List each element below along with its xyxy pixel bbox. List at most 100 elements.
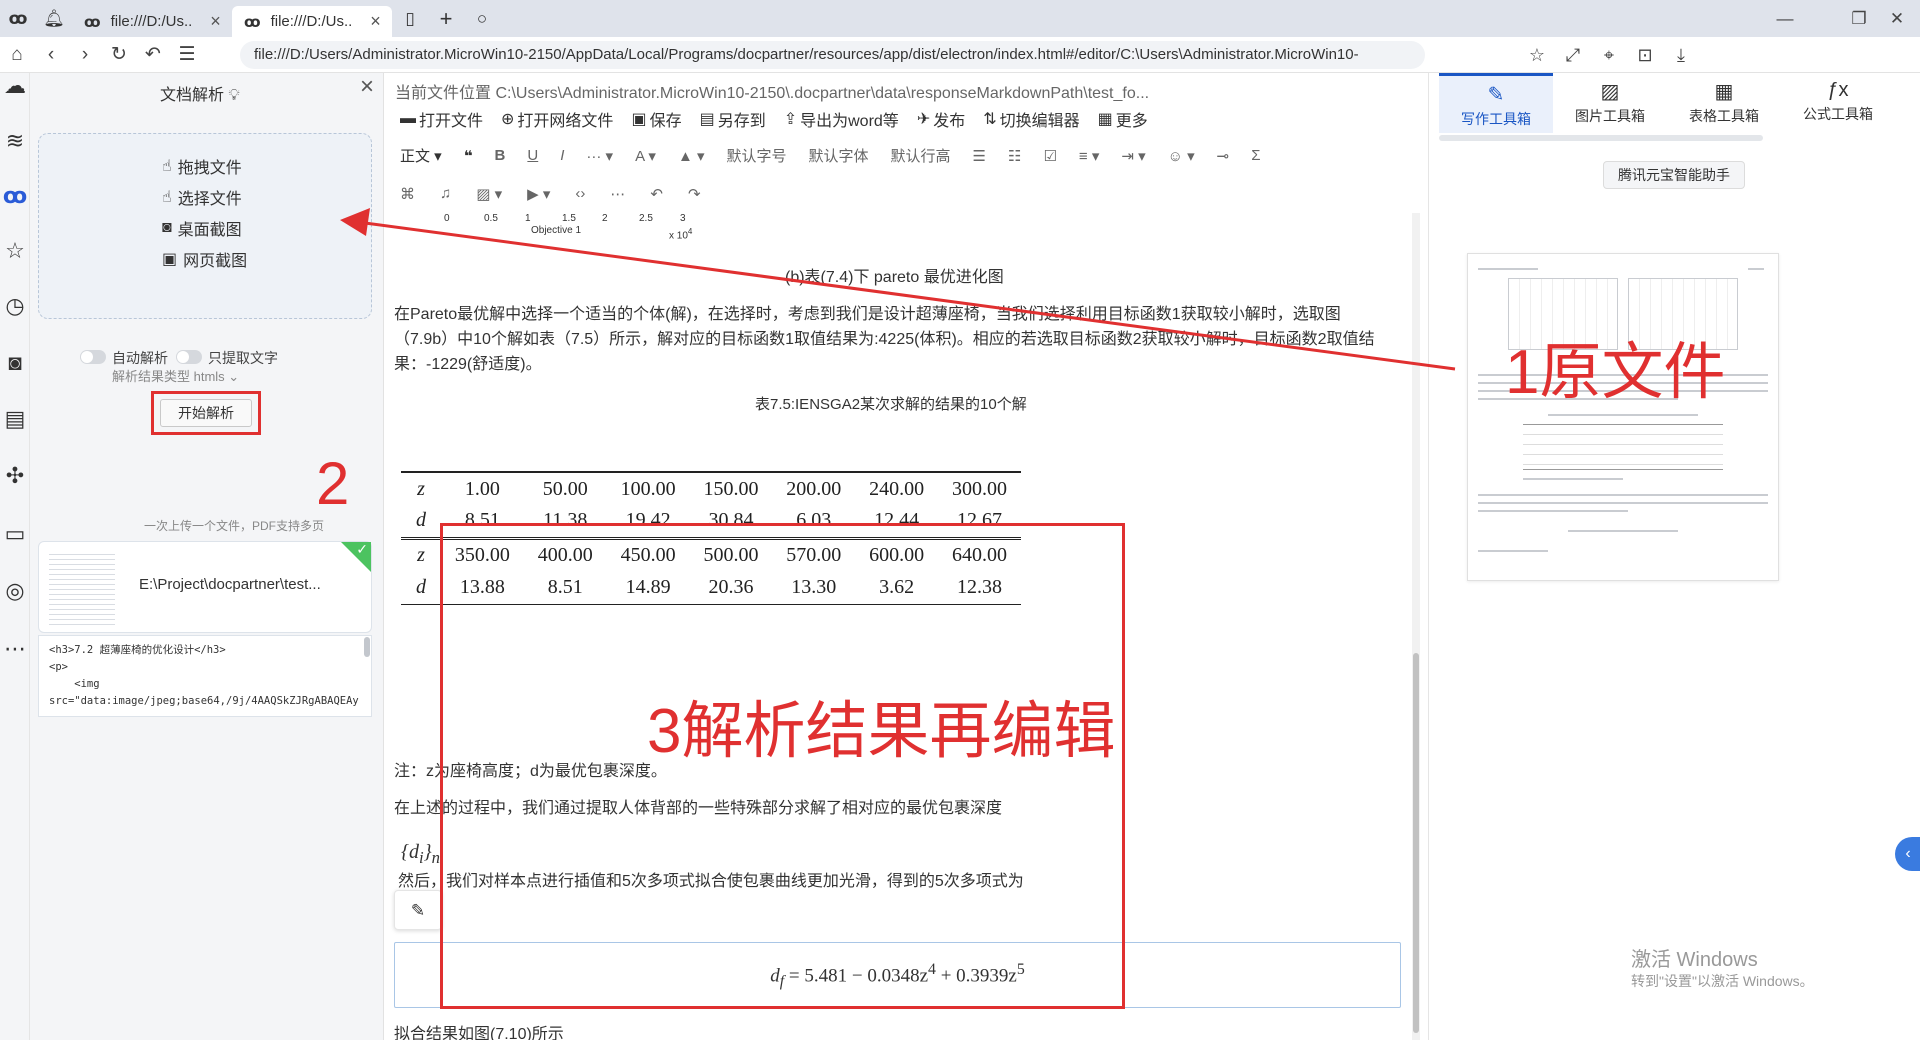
app-logo-icon[interactable]: ꝏ	[0, 0, 36, 37]
code-icon[interactable]: ‹›	[575, 185, 585, 203]
task-list-icon[interactable]: ☑	[1043, 147, 1056, 165]
translate-icon[interactable]: ▤	[0, 406, 30, 432]
more-button[interactable]: ▦ 更多	[1098, 107, 1148, 131]
page-icon[interactable]: ▯	[392, 0, 428, 37]
align-icon[interactable]: ≡ ▾	[1079, 147, 1099, 165]
ai-assistant-button[interactable]: 腾讯元宝智能助手	[1603, 161, 1745, 189]
forward-icon[interactable]: ›	[68, 37, 102, 73]
layers-icon[interactable]: ≋	[0, 128, 30, 154]
tab-scrollbar[interactable]	[1439, 135, 1763, 141]
close-window-icon[interactable]: ✕	[1874, 0, 1920, 37]
underline-icon[interactable]: U	[527, 147, 538, 164]
publish-button[interactable]: ✈ 发布	[917, 107, 965, 131]
link-icon[interactable]: ⊸	[1217, 147, 1230, 165]
paragraph-style-select[interactable]: 正文 ▾	[400, 145, 442, 166]
star-icon[interactable]: ☆	[1520, 37, 1554, 73]
close-icon[interactable]: ×	[360, 73, 374, 101]
panel-title: 文档解析 💡︎	[160, 87, 240, 104]
web-capture-option[interactable]: ▣ 网页截图	[162, 247, 247, 271]
more-format-icon[interactable]: ··· ▾	[586, 147, 613, 165]
url-field[interactable]: file:///D:/Users/Administrator.MicroWin1…	[240, 41, 1425, 69]
screenshot-icon[interactable]: ⌖	[1592, 37, 1626, 73]
menu-list-icon[interactable]: ☰	[170, 37, 204, 73]
font-color-icon[interactable]: A ▾	[635, 147, 656, 165]
font-family-select[interactable]: 默认字体	[809, 145, 869, 166]
editor-scrollbar-thumb[interactable]	[1413, 653, 1419, 1033]
file-card[interactable]: E:\Project\docpartner\test... ✓	[38, 541, 372, 633]
bold-icon[interactable]: B	[495, 147, 506, 164]
tab-table-toolbox[interactable]: ▦ 表格工具箱	[1667, 73, 1781, 133]
tab-writing-toolbox[interactable]: ✎ 写作工具箱	[1439, 73, 1553, 133]
user-icon[interactable]: ◎	[0, 578, 30, 604]
insert-video-icon[interactable]: ▶ ▾	[527, 185, 550, 203]
indent-icon[interactable]: ⇥ ▾	[1121, 147, 1145, 165]
document-content[interactable]: 0 0.5 1 1.5 2 2.5 3 Objective 1 x 104 (b…	[385, 213, 1428, 1040]
emoji-icon[interactable]: ☺ ▾	[1168, 147, 1195, 165]
search-icon[interactable]: ○	[464, 0, 500, 37]
edit-pencil-button[interactable]: ✎	[394, 890, 442, 930]
open-file-button[interactable]: ▬ 打开文件	[400, 107, 483, 131]
code-block-icon[interactable]: ⌘	[400, 185, 415, 203]
parse-icon[interactable]: ꝏ	[0, 183, 30, 209]
music-icon[interactable]: ♫	[440, 185, 451, 203]
divider-icon[interactable]: ⋯	[610, 185, 625, 203]
save-as-button[interactable]: ▤ 另存到	[700, 107, 766, 131]
folder-icon[interactable]: ▭	[0, 521, 30, 547]
figure-tick: 0.5	[484, 213, 498, 224]
drag-file-option[interactable]: ☝ 拖拽文件	[162, 154, 242, 178]
auto-parse-toggle[interactable]	[80, 350, 106, 364]
format-toolbar: 正文 ▾ ❝ B U I ··· ▾ A ▾ ▲ ▾ 默认字号 默认字体 默认行…	[400, 145, 1283, 166]
fullscreen-icon[interactable]: ⤢	[1556, 37, 1590, 73]
option-label: 桌面截图	[177, 222, 242, 239]
code-preview[interactable]: <h3>7.2 超薄座椅的优化设计</h3> <p> <img src="dat…	[38, 635, 372, 717]
source-document-preview[interactable]	[1467, 253, 1779, 581]
desktop-capture-option[interactable]: ◙ 桌面截图	[162, 216, 242, 240]
formula-icon[interactable]: Σ	[1251, 147, 1260, 164]
download-icon[interactable]: ⤓	[1664, 37, 1698, 73]
switch-editor-button[interactable]: ⇅ 切换编辑器	[983, 107, 1079, 131]
export-word-button[interactable]: ⇪ 导出为word等	[784, 107, 899, 131]
extension-icon[interactable]: ⊡	[1628, 37, 1662, 73]
close-tab-icon[interactable]: ×	[352, 11, 381, 32]
undo-icon[interactable]: ↶	[650, 185, 663, 203]
clock-icon[interactable]: ◷	[0, 293, 30, 319]
cloud-icon[interactable]: ☁	[0, 73, 30, 99]
open-network-file-button[interactable]: ⊕ 打开网络文件	[501, 107, 613, 131]
figure-scale-label: x 104	[669, 227, 693, 242]
save-button[interactable]: ▣ 保存	[631, 107, 681, 131]
highlight-icon[interactable]: ▲ ▾	[678, 147, 705, 165]
select-file-option[interactable]: ☝ 选择文件	[162, 185, 242, 209]
drop-zone[interactable]: ☝ 拖拽文件 ☝ 选择文件 ◙ 桌面截图 ▣ 网页截图	[38, 133, 372, 319]
quote-icon[interactable]: ❝	[464, 147, 473, 165]
close-tab-icon[interactable]: ×	[192, 11, 221, 32]
camera-icon[interactable]: ◙	[0, 350, 30, 376]
redo-icon[interactable]: ↷	[688, 185, 701, 203]
tab-formula-toolbox[interactable]: ƒx 公式工具箱	[1781, 73, 1895, 133]
tab-file-1[interactable]: ꝏ file:///D:/Us.. ×	[72, 6, 232, 37]
star-rail-icon[interactable]: ☆	[0, 238, 30, 264]
open-folder-icon: ▬	[400, 110, 416, 127]
code-scrollbar[interactable]	[364, 637, 370, 657]
export-icon: ⇪	[783, 111, 798, 128]
start-parse-button[interactable]: 开始解析	[160, 399, 252, 427]
bell-icon[interactable]: 🔔︎	[36, 0, 72, 37]
reload-icon[interactable]: ↻	[102, 37, 136, 73]
collapse-panel-button[interactable]: ‹	[1895, 837, 1920, 871]
tab-file-2[interactable]: ꝏ file:///D:/Us.. ×	[232, 6, 392, 37]
more-icon[interactable]: ⋯	[0, 636, 30, 662]
result-type-select[interactable]: 解析结果类型 htmls ⌄	[112, 366, 239, 385]
back-icon[interactable]: ‹	[34, 37, 68, 73]
line-height-select[interactable]: 默认行高	[891, 145, 951, 166]
puzzle-icon[interactable]: ✣	[0, 463, 30, 489]
tab-image-toolbox[interactable]: ▨ 图片工具箱	[1553, 73, 1667, 133]
italic-icon[interactable]: I	[560, 147, 564, 164]
minimize-icon[interactable]: —	[1762, 0, 1808, 37]
text-only-toggle[interactable]	[176, 350, 202, 364]
font-size-select[interactable]: 默认字号	[727, 145, 787, 166]
undo-nav-icon[interactable]: ↶	[136, 37, 170, 73]
insert-image-icon[interactable]: ▨ ▾	[476, 185, 502, 203]
numbered-list-icon[interactable]: ☷	[1008, 147, 1021, 165]
home-icon[interactable]: ⌂	[0, 37, 34, 73]
new-tab-icon[interactable]: +	[428, 0, 464, 37]
bullet-list-icon[interactable]: ☰	[973, 147, 986, 165]
